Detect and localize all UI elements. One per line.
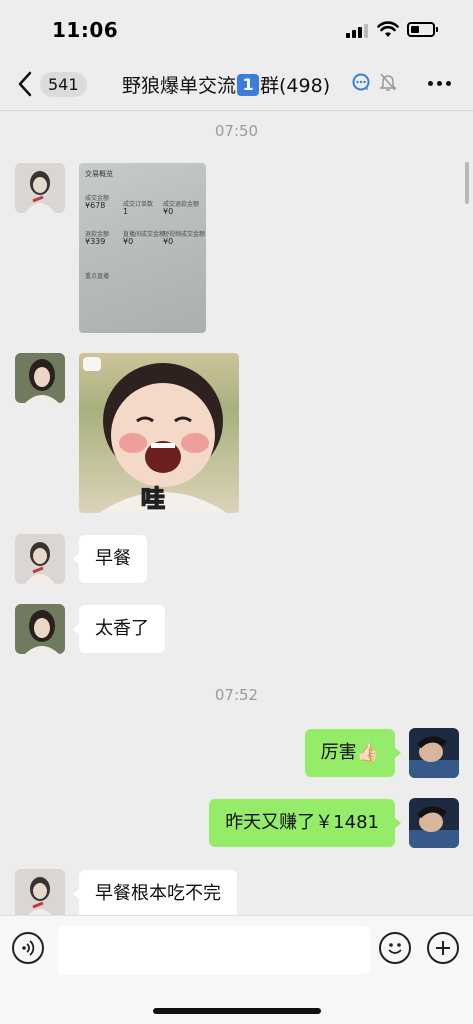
chat-screen: 11:06 541 野狼爆单交流 1 群(498) 07:50 交易概览 成交金… bbox=[0, 0, 473, 1024]
message-timestamp: 07:52 bbox=[214, 686, 259, 704]
more-button[interactable] bbox=[424, 68, 454, 98]
chat-title-prefix: 野狼爆单交流 bbox=[122, 75, 237, 97]
emoji-icon bbox=[388, 943, 402, 954]
wifi-icon bbox=[377, 21, 399, 37]
battery-icon bbox=[407, 22, 438, 37]
message-bubble-incoming[interactable]: 早餐根本吃不完 bbox=[73, 870, 237, 918]
plus-button[interactable] bbox=[427, 932, 459, 964]
back-chevron-icon bbox=[18, 71, 32, 97]
image-message-screenshot[interactable]: 交易概览 成交金额 ¥678 成交订单数 1 成交退款金额 ¥0 退款金额 ¥3… bbox=[79, 163, 206, 333]
emoji-button[interactable] bbox=[379, 932, 411, 964]
screenshot-value: ¥678 bbox=[85, 201, 106, 210]
image-message-sticker[interactable]: 哇 bbox=[79, 353, 239, 513]
screenshot-header: 交易概览 bbox=[85, 170, 113, 178]
mute-bell-icon bbox=[379, 73, 397, 91]
unread-count-badge: 541 bbox=[40, 71, 87, 97]
sender-avatar[interactable] bbox=[15, 869, 65, 919]
plus-icon bbox=[436, 941, 450, 955]
status-time: 11:06 bbox=[52, 18, 119, 42]
sender-avatar[interactable] bbox=[15, 163, 65, 213]
message-bubble-incoming[interactable]: 早餐 bbox=[73, 535, 147, 583]
status-bar: 11:06 bbox=[0, 0, 473, 58]
message-bubble-outgoing[interactable]: 昨天又赚了￥1481 bbox=[209, 799, 401, 847]
screenshot-value: 1 bbox=[123, 207, 129, 216]
screenshot-value: ¥0 bbox=[163, 237, 174, 246]
my-avatar[interactable] bbox=[409, 728, 459, 778]
message-timestamp: 07:50 bbox=[214, 122, 259, 140]
sticker-caption: 哇 bbox=[140, 484, 166, 513]
chat-scrollbar[interactable] bbox=[465, 162, 469, 204]
keycap-one-emoji: 1 bbox=[237, 73, 260, 96]
message-input[interactable] bbox=[58, 926, 370, 974]
chat-title: 野狼爆单交流 1 群(498) bbox=[122, 71, 330, 98]
chat-bubble-icon bbox=[352, 73, 370, 91]
back-button[interactable]: 541 bbox=[14, 66, 87, 102]
screenshot-value: ¥0 bbox=[163, 207, 174, 216]
my-avatar[interactable] bbox=[409, 798, 459, 848]
sender-avatar[interactable] bbox=[15, 353, 65, 403]
home-indicator bbox=[153, 1008, 321, 1014]
cellular-signal-icon bbox=[346, 24, 370, 38]
title-icons bbox=[351, 72, 397, 92]
nav-divider bbox=[0, 110, 473, 111]
voice-icon bbox=[22, 940, 35, 956]
sender-avatar[interactable] bbox=[15, 534, 65, 584]
message-bubble-incoming[interactable]: 太香了 bbox=[73, 605, 165, 653]
input-bar bbox=[0, 915, 473, 1024]
message-bubble-outgoing[interactable]: 厉害👍🏻 bbox=[304, 729, 402, 777]
screenshot-value: ¥0 bbox=[123, 237, 134, 246]
screenshot-value: ¥339 bbox=[85, 237, 106, 246]
nav-bar: 541 野狼爆单交流 1 群(498) bbox=[0, 58, 473, 110]
more-icon bbox=[427, 80, 433, 86]
sender-avatar[interactable] bbox=[15, 604, 65, 654]
voice-button[interactable] bbox=[12, 932, 44, 964]
screenshot-footer: 重点直播 bbox=[85, 273, 110, 280]
chat-title-suffix: 群(498) bbox=[260, 75, 331, 97]
